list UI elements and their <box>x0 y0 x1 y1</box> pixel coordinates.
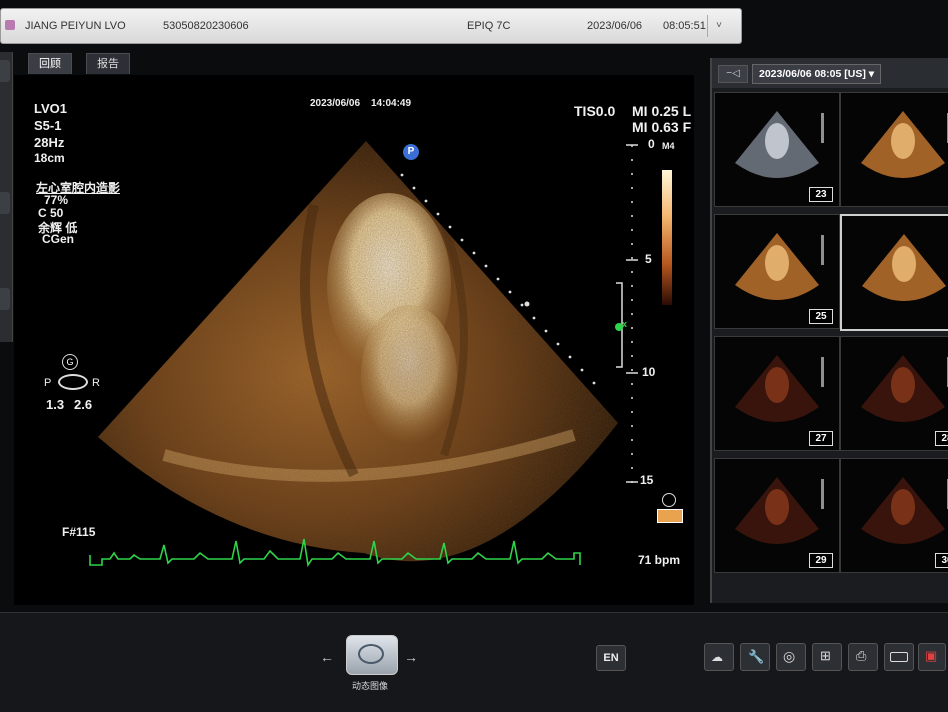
patient-name: JIANG PEIYUN LVO <box>25 20 126 32</box>
gain-value: 77% <box>44 193 69 207</box>
expand-patient-bar-button[interactable]: ˅ <box>707 15 730 37</box>
clip-thumbnail[interactable] <box>840 92 948 207</box>
clip-icon <box>358 644 384 664</box>
frame-number: F#115 <box>62 525 96 539</box>
print-button[interactable]: ⎙ <box>848 643 878 671</box>
pen-label-left: P <box>44 377 52 389</box>
service-tools-button[interactable]: 🔧 <box>740 643 770 671</box>
depth-tick: 10 <box>642 365 656 379</box>
wrench-icon: 🔧 <box>748 649 765 664</box>
app-logo-icon <box>5 20 15 30</box>
depth-tick: 5 <box>645 252 652 266</box>
monitor-alert-icon: ▣ <box>925 648 938 663</box>
clip-thumbnail[interactable] <box>840 214 948 331</box>
exam-date-select[interactable]: 2023/06/06 08:05 [US] ▾ <box>752 64 882 84</box>
current-time: 08:05:51 <box>663 20 706 32</box>
pen-value-right: 2.6 <box>74 397 93 412</box>
clip-thumbnail[interactable]: 23 <box>714 92 840 207</box>
depth-tick: 0 <box>648 137 655 151</box>
ultrasound-viewport[interactable]: P LVO1 S5-1 28Hz 18cm 左心室腔内造影 77% C 50 余… <box>14 75 694 605</box>
thumbnail-number: 30 <box>935 553 948 568</box>
map-label: M4 <box>662 141 675 151</box>
thumbnail-header: −◁ 2023/06/06 08:05 [US] ▾ <box>712 58 948 88</box>
acquisition-date: 2023/06/06 <box>310 98 361 109</box>
previous-arrow-icon[interactable]: ← <box>320 649 334 665</box>
compression-value: C 50 <box>38 206 64 220</box>
clip-thumbnail[interactable]: 29 <box>714 458 840 573</box>
focus-label: x <box>622 319 628 329</box>
pen-value-left: 1.3 <box>46 397 65 412</box>
current-date: 2023/06/06 <box>587 20 643 32</box>
clip-thumbnail[interactable]: 27 <box>714 336 840 451</box>
zoom-indicator-icon <box>657 509 683 523</box>
disc-icon: ◎ <box>783 648 796 664</box>
gain-knob-icon: G <box>62 354 78 370</box>
chevron-down-icon: ˅ <box>716 20 722 31</box>
printer-icon: ⎙ <box>856 648 867 663</box>
pen-label-right: R <box>92 377 100 389</box>
network-icon: ⊞ <box>820 648 831 663</box>
battery-button[interactable] <box>884 643 914 671</box>
depth-tick: 15 <box>640 473 654 487</box>
probe-orientation-marker: P <box>403 144 419 160</box>
thumbnail-image <box>862 234 946 301</box>
preset-label: LVO1 <box>34 101 67 116</box>
patient-info-bar: JIANG PEIYUN LVO 53050820230606 EPIQ 7C … <box>0 8 742 44</box>
thumbnail-number: 29 <box>809 553 833 568</box>
mi-fundamental: MI 0.63 F <box>632 119 692 135</box>
thumbnail-number: 28 <box>935 431 948 446</box>
side-handle[interactable] <box>0 192 10 214</box>
probe-label: S5-1 <box>34 118 62 133</box>
next-arrow-icon[interactable]: → <box>404 649 418 665</box>
thumbnail-number: 27 <box>809 431 833 446</box>
bottom-control-strip: ← → 动态图像 EN ☁ 🔧 ◎ ⊞ ⎙ ▣ <box>0 612 948 712</box>
thumbnail-number: 25 <box>809 309 833 324</box>
thumbnail-image <box>861 111 948 178</box>
pin-icon: −◁ <box>726 68 740 79</box>
exam-date-value: 2023/06/06 08:05 [US] <box>759 68 866 80</box>
battery-icon <box>890 652 908 662</box>
side-handle[interactable] <box>0 288 10 310</box>
probe-icon <box>662 493 676 507</box>
clip-thumbnail[interactable]: 25 <box>714 214 840 329</box>
language-button[interactable]: EN <box>596 645 626 671</box>
tab-report[interactable]: 报告 <box>86 53 130 74</box>
tis-value: TIS0.0 <box>574 103 616 119</box>
ultrasound-image <box>89 141 672 568</box>
pin-panel-button[interactable]: −◁ <box>718 65 748 83</box>
clip-thumbnail-panel: −◁ 2023/06/06 08:05 [US] ▾ 23 25 27 28 29 30 <box>710 58 948 603</box>
left-side-panel <box>0 52 13 342</box>
patient-id: 53050820230606 <box>163 20 249 32</box>
side-handle[interactable] <box>0 60 10 82</box>
chevron-down-icon: ▾ <box>868 68 875 80</box>
depth-value: 18cm <box>34 151 65 165</box>
mi-low: MI 0.25 L <box>632 103 692 119</box>
thumbnail-image <box>861 477 948 544</box>
disc-button[interactable]: ◎ <box>776 643 806 671</box>
thumbnail-number: 23 <box>809 187 833 202</box>
depth-scale <box>626 144 638 495</box>
status-button[interactable]: ▣ <box>918 643 946 671</box>
penetration-resolution-icon <box>58 374 88 390</box>
cloud-warning-icon: ☁ <box>711 650 723 664</box>
frame-rate: 28Hz <box>34 135 65 150</box>
tab-review[interactable]: 回顾 <box>28 53 72 74</box>
system-name: EPIQ 7C <box>467 20 511 32</box>
optimization-value: CGen <box>42 232 75 246</box>
clip-label: 动态图像 <box>352 681 389 691</box>
heart-rate: 71 bpm <box>638 553 681 567</box>
acquisition-time: 14:04:49 <box>371 98 412 109</box>
network-warning-button[interactable]: ☁ <box>704 643 734 671</box>
network-button[interactable]: ⊞ <box>812 643 842 671</box>
thumbnail-image <box>861 355 948 422</box>
clip-thumbnail[interactable]: 30 <box>840 458 948 573</box>
clip-capture-button[interactable] <box>346 635 398 675</box>
color-map-bar <box>662 170 672 305</box>
clip-thumbnail[interactable]: 28 <box>840 336 948 451</box>
